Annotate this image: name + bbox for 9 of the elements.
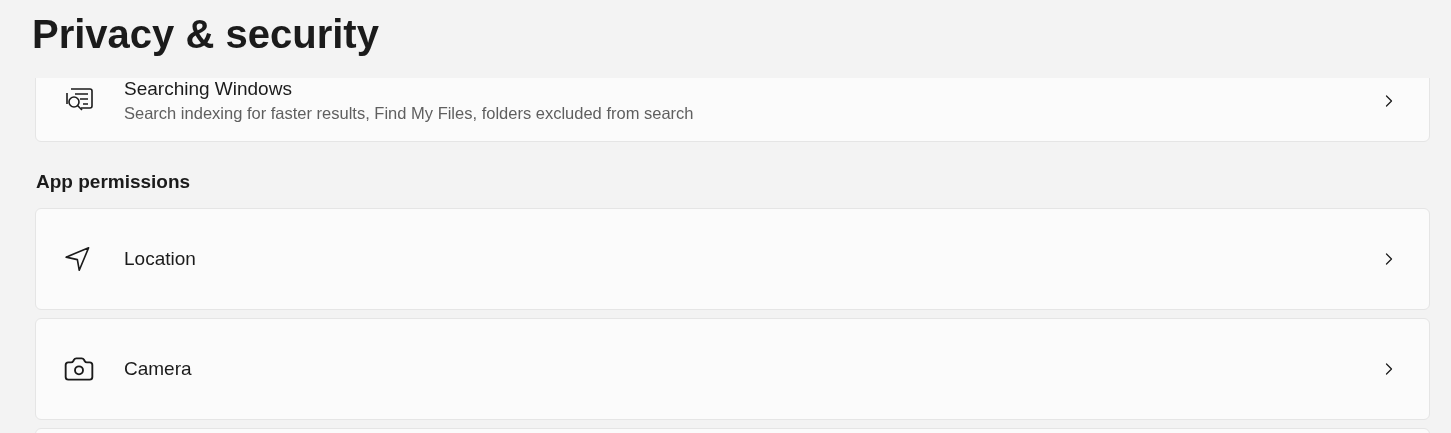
settings-card[interactable]: Camera — [35, 318, 1430, 420]
settings-card[interactable]: Location — [35, 208, 1430, 310]
card-description: Search indexing for faster results, Find My Files, folders excluded from search — [124, 103, 695, 124]
card-title: Camera — [124, 357, 193, 381]
card-title: Location — [124, 247, 197, 271]
section-heading: App permissions — [35, 170, 192, 194]
page-title: Privacy & security — [32, 11, 379, 58]
card-title: Searching Windows — [124, 78, 293, 101]
settings-card[interactable]: Searching Windows Search indexing for faster results, Find My Files, folders excluded from search — [35, 78, 1430, 142]
